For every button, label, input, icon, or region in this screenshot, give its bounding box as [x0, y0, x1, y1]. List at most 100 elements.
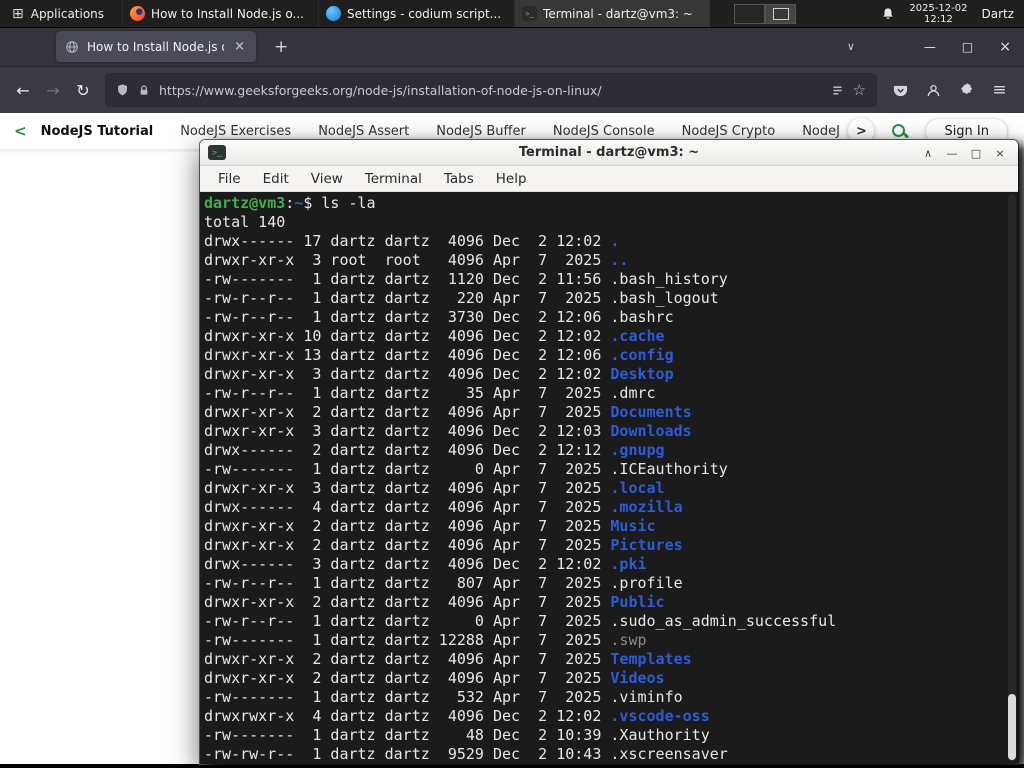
terminal-maximize-button[interactable]: □ [964, 147, 988, 160]
bookmark-star-icon[interactable]: ☆ [853, 82, 866, 98]
listing-columns: -rw------- 1 dartz dartz 1120 Dec 2 11:5… [204, 270, 611, 288]
workspace-2[interactable] [765, 3, 797, 24]
listing-columns: drwxr-xr-x 2 dartz dartz 4096 Apr 7 2025 [204, 593, 611, 611]
terminal-menu-terminal[interactable]: Terminal [354, 171, 433, 187]
filename: .sudo_as_admin_successful [610, 612, 837, 630]
browser-minimize-button[interactable]: — [911, 40, 949, 54]
taskbar-item-firefox[interactable]: How to Install Node.js o... [122, 0, 318, 27]
url-text[interactable]: https://www.geeksforgeeks.org/node-js/in… [159, 83, 822, 98]
terminal-shade-button[interactable]: ∧ [916, 147, 940, 160]
terminal-menu-tabs[interactable]: Tabs [433, 171, 485, 187]
gfg-nav-item[interactable]: NodeJS Buffer [436, 124, 526, 139]
gfg-nav-item[interactable]: NodeJS Assert [318, 124, 409, 139]
browser-maximize-button[interactable]: □ [949, 40, 986, 54]
prompt-path: ~ [294, 194, 304, 212]
listing-columns: -rw------- 1 dartz dartz 48 Dec 2 10:39 [204, 726, 611, 744]
clock[interactable]: 2025-12-02 12:12 [909, 3, 967, 25]
reader-view-icon[interactable] [831, 84, 844, 97]
terminal-line: drwx------ 3 dartz dartz 4096 Dec 2 12:0… [204, 555, 1018, 574]
nav-scroll-left-icon[interactable]: < [14, 122, 27, 140]
terminal-menu-view[interactable]: View [300, 171, 354, 187]
panel-status-area: 2025-12-02 12:12 Dartz [881, 0, 1024, 27]
list-all-tabs-button[interactable]: ∨ [833, 40, 869, 53]
listing-columns: drwx------ 17 dartz dartz 4096 Dec 2 12:… [204, 232, 611, 250]
listing-columns: -rw------- 1 dartz dartz 0 Apr 7 2025 [204, 460, 611, 478]
prompt-colon: : [285, 194, 295, 212]
terminal-menu-help[interactable]: Help [485, 171, 538, 187]
clock-time: 12:12 [923, 13, 953, 25]
new-tab-button[interactable]: + [268, 37, 294, 57]
menu-hamburger-icon[interactable]: ≡ [983, 80, 1016, 100]
taskbar-item-terminal[interactable]: >_ Terminal - dartz@vm3: ~ [514, 0, 711, 27]
terminal-line: drwxr-xr-x 3 dartz dartz 4096 Dec 2 12:0… [204, 365, 1018, 384]
filename: Downloads [610, 422, 692, 440]
lock-icon[interactable] [138, 84, 150, 97]
terminal-line: -rw------- 1 dartz dartz 1120 Dec 2 11:5… [204, 270, 1018, 289]
terminal-app-icon: >_ [208, 145, 226, 160]
browser-close-button[interactable]: × [986, 39, 1024, 55]
taskbar-item-label: How to Install Node.js o... [151, 6, 304, 21]
listing-columns: drwxr-xr-x 2 dartz dartz 4096 Apr 7 2025 [204, 669, 611, 687]
listing-columns: drwxr-xr-x 10 dartz dartz 4096 Dec 2 12:… [204, 327, 611, 345]
terminal-close-button[interactable]: × [988, 147, 1012, 160]
gfg-nav-item[interactable]: NodeJS Console [553, 124, 655, 139]
filename: Pictures [610, 536, 683, 554]
terminal-menu-file[interactable]: File [207, 171, 252, 187]
taskbar-item-codium[interactable]: Settings - codium script... [318, 0, 514, 27]
account-icon[interactable] [917, 83, 950, 98]
filename: .bash_history [610, 270, 728, 288]
tab-close-icon[interactable]: × [232, 39, 247, 54]
terminal-window-controls: ∧ — □ × [916, 140, 1012, 166]
listing-columns: drwxr-xr-x 2 dartz dartz 4096 Apr 7 2025 [204, 650, 611, 668]
filename: Videos [610, 669, 665, 687]
url-bar[interactable]: https://www.geeksforgeeks.org/node-js/in… [106, 74, 876, 106]
terminal-menu-edit[interactable]: Edit [252, 171, 300, 187]
terminal-line: drwxrwxr-x 4 dartz dartz 4096 Dec 2 12:0… [204, 707, 1018, 726]
browser-tab-bar: How to Install Node.js on... × + ∨ — □ × [0, 27, 1024, 67]
listing-columns: -rw------- 1 dartz dartz 12288 Apr 7 202… [204, 631, 611, 649]
tracking-shield-icon[interactable] [116, 83, 129, 97]
search-icon[interactable] [891, 123, 908, 140]
filename: Desktop [610, 365, 674, 383]
terminal-line: drwxr-xr-x 10 dartz dartz 4096 Dec 2 12:… [204, 327, 1018, 346]
terminal-line: drwxr-xr-x 3 root root 4096 Apr 7 2025 .… [204, 251, 1018, 270]
listing-columns: -rw-r--r-- 1 dartz dartz 0 Apr 7 2025 [204, 612, 611, 630]
terminal-lines: dartz@vm3:~$ ls -la total 140 drwx------… [204, 194, 1018, 764]
extensions-icon[interactable] [950, 83, 983, 97]
terminal-line: drwxr-xr-x 13 dartz dartz 4096 Dec 2 12:… [204, 346, 1018, 365]
filename: .gnupg [610, 441, 665, 459]
terminal-scrollbar-thumb[interactable] [1008, 694, 1016, 760]
terminal-line: drwxr-xr-x 3 dartz dartz 4096 Dec 2 12:0… [204, 422, 1018, 441]
listing-columns: drwxr-xr-x 3 dartz dartz 4096 Dec 2 12:0… [204, 422, 611, 440]
filename: .mozilla [610, 498, 683, 516]
reload-button[interactable]: ↻ [68, 81, 98, 100]
listing-columns: drwxr-xr-x 2 dartz dartz 4096 Apr 7 2025 [204, 403, 611, 421]
terminal-line: drwxr-xr-x 2 dartz dartz 4096 Apr 7 2025… [204, 403, 1018, 422]
terminal-line: -rw-r--r-- 1 dartz dartz 35 Apr 7 2025 .… [204, 384, 1018, 403]
terminal-line: drwxr-xr-x 3 dartz dartz 4096 Apr 7 2025… [204, 479, 1018, 498]
pocket-icon[interactable] [884, 83, 917, 98]
gfg-nav-item[interactable]: NodeJS Tutorial [41, 124, 154, 139]
browser-toolbar: ← → ↻ https://www.geeksforgeeks.org/node… [0, 67, 1024, 113]
workspace-switcher[interactable] [734, 3, 797, 24]
filename: .bashrc [610, 308, 674, 326]
applications-menu-button[interactable]: ⊞ Applications [0, 0, 116, 27]
terminal-minimize-button[interactable]: — [940, 147, 964, 160]
forward-button[interactable]: → [38, 81, 68, 100]
gfg-nav-item[interactable]: NodeJS DNS [802, 124, 840, 139]
listing-columns: drwxr-xr-x 13 dartz dartz 4096 Dec 2 12:… [204, 346, 611, 364]
terminal-line: drwxr-xr-x 2 dartz dartz 4096 Apr 7 2025… [204, 593, 1018, 612]
filename: Music [610, 517, 656, 535]
terminal-output[interactable]: dartz@vm3:~$ ls -la total 140 drwx------… [200, 192, 1018, 764]
browser-tab[interactable]: How to Install Node.js on... × [56, 31, 256, 62]
workspace-1[interactable] [734, 3, 766, 24]
tabbar-controls: ∨ — □ × [833, 39, 1024, 55]
back-button[interactable]: ← [8, 81, 38, 100]
terminal-scrollbar[interactable] [1008, 194, 1016, 762]
listing-columns: -rw-r--r-- 1 dartz dartz 3730 Dec 2 12:0… [204, 308, 611, 326]
gfg-nav-item[interactable]: NodeJS Exercises [180, 124, 291, 139]
notification-bell-icon[interactable] [881, 7, 895, 21]
gfg-nav-item[interactable]: NodeJS Crypto [682, 124, 776, 139]
firefox-icon [130, 6, 146, 21]
terminal-titlebar[interactable]: >_ Terminal - dartz@vm3: ~ ∧ — □ × [200, 140, 1018, 166]
